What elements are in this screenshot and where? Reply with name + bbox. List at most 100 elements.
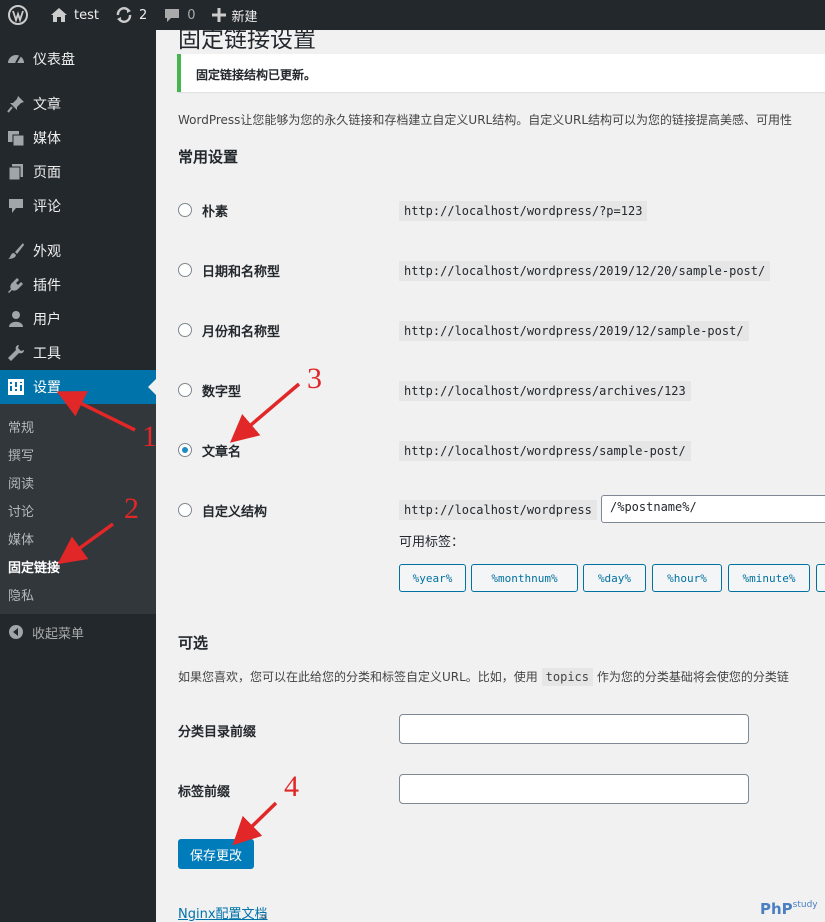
new-content-link[interactable]: 新建 <box>204 0 266 30</box>
refresh-icon <box>116 7 132 23</box>
brush-icon <box>6 241 26 261</box>
watermark-logo: PhPstudy <box>760 900 818 918</box>
annotation-number-2: 2 <box>124 492 139 525</box>
admin-bar: test 2 0 新建 <box>0 0 825 30</box>
submenu-privacy[interactable]: 隐私 <box>8 585 34 604</box>
url-example-plain: http://localhost/wordpress/?p=123 <box>399 201 648 221</box>
comment-icon <box>6 196 26 216</box>
tag-more-button[interactable] <box>816 564 825 592</box>
settings-icon <box>6 377 26 397</box>
menu-label: 用户 <box>33 312 61 328</box>
radio-month-name[interactable] <box>178 323 192 337</box>
radio-numeric[interactable] <box>178 383 192 397</box>
wordpress-icon <box>8 5 28 25</box>
tag-monthnum-button[interactable]: %monthnum% <box>471 564 578 592</box>
comments-link[interactable]: 0 <box>155 0 203 30</box>
category-base-label: 分类目录前缀 <box>178 725 257 740</box>
comments-count: 0 <box>187 7 196 23</box>
optional-description: 如果您喜欢，您可以在此给您的分类和标签自定义URL。比如，使用 topics 作… <box>178 668 789 686</box>
annotation-number-4: 4 <box>284 770 299 803</box>
collapse-menu-button[interactable]: 收起菜单 <box>0 617 156 647</box>
menu-settings[interactable]: 设置 <box>0 370 156 404</box>
new-content-label: 新建 <box>231 9 258 25</box>
url-example-post-name: http://localhost/wordpress/sample-post/ <box>399 441 691 461</box>
optional-heading: 可选 <box>178 634 209 652</box>
main-content: 固定链接设置 固定链接结构已更新。 WordPress让您能够为您的永久链接和存… <box>156 30 825 922</box>
media-icon <box>6 128 26 148</box>
page-title: 固定链接设置 <box>178 30 316 53</box>
user-icon <box>6 309 26 329</box>
submenu-reading[interactable]: 阅读 <box>8 473 34 492</box>
radio-plain[interactable] <box>178 203 192 217</box>
tag-year-button[interactable]: %year% <box>399 564 466 592</box>
menu-appearance[interactable]: 外观 <box>0 234 156 268</box>
menu-label: 文章 <box>33 97 61 113</box>
optional-text-start: 如果您喜欢，您可以在此给您的分类和标签自定义URL。比如，使用 <box>178 670 538 684</box>
url-example-month-name: http://localhost/wordpress/2019/12/sampl… <box>399 321 749 341</box>
pin-icon <box>6 94 26 114</box>
success-notice: 固定链接结构已更新。 <box>177 54 825 92</box>
tag-hour-button[interactable]: %hour% <box>652 564 722 592</box>
common-settings-heading: 常用设置 <box>178 148 239 166</box>
intro-text: WordPress让您能够为您的永久链接和存档建立自定义URL结构。自定义URL… <box>178 113 793 127</box>
logo-text: PhP <box>760 900 793 918</box>
url-example-day-name: http://localhost/wordpress/2019/12/20/sa… <box>399 261 771 281</box>
menu-plugins[interactable]: 插件 <box>0 268 156 302</box>
menu-label: 仪表盘 <box>33 52 75 68</box>
option-label-custom: 自定义结构 <box>202 505 268 520</box>
submenu-general[interactable]: 常规 <box>8 417 34 436</box>
menu-label: 页面 <box>33 165 61 181</box>
custom-structure-input[interactable]: /%postname%/ <box>601 495 825 523</box>
submenu-writing[interactable]: 撰写 <box>8 445 34 464</box>
logo-small-text: study <box>792 900 818 910</box>
site-name-link[interactable]: test <box>42 0 107 30</box>
updates-link[interactable]: 2 <box>107 0 155 30</box>
annotation-number-1: 1 <box>142 420 157 453</box>
menu-label: 设置 <box>33 380 61 396</box>
radio-day-name[interactable] <box>178 263 192 277</box>
dashboard-icon <box>6 49 26 69</box>
menu-comments[interactable]: 评论 <box>0 189 156 223</box>
menu-media[interactable]: 媒体 <box>0 121 156 155</box>
option-label-numeric: 数字型 <box>202 385 242 400</box>
menu-label: 工具 <box>33 346 61 362</box>
menu-pages[interactable]: 页面 <box>0 155 156 189</box>
wordpress-logo-button[interactable] <box>0 0 42 30</box>
menu-users[interactable]: 用户 <box>0 302 156 336</box>
option-label-day-name: 日期和名称型 <box>202 265 281 280</box>
category-base-input[interactable] <box>399 714 749 744</box>
page-icon <box>6 162 26 182</box>
wrench-icon <box>6 343 26 363</box>
radio-custom-structure[interactable] <box>178 503 192 517</box>
option-label-plain: 朴素 <box>202 205 229 220</box>
plugin-icon <box>6 275 26 295</box>
optional-text-end: 作为您的分类基础将会使您的分类链 <box>596 670 789 684</box>
save-changes-button[interactable]: 保存更改 <box>178 839 255 869</box>
home-icon <box>51 8 67 22</box>
collapse-arrow-icon <box>6 622 26 642</box>
tag-minute-button[interactable]: %minute% <box>728 564 810 592</box>
notice-text: 固定链接结构已更新。 <box>196 68 317 82</box>
submenu-discussion[interactable]: 讨论 <box>8 501 34 520</box>
annotation-number-3: 3 <box>307 362 322 395</box>
tag-day-button[interactable]: %day% <box>583 564 646 592</box>
menu-tools[interactable]: 工具 <box>0 336 156 370</box>
tag-base-input[interactable] <box>399 774 749 804</box>
nginx-docs-tail: 。 <box>261 907 275 922</box>
radio-post-name[interactable] <box>178 443 192 457</box>
menu-label: 插件 <box>33 278 61 294</box>
site-name: test <box>74 7 99 23</box>
menu-dashboard[interactable]: 仪表盘 <box>0 42 156 76</box>
menu-label: 外观 <box>33 244 61 260</box>
nginx-docs-link[interactable]: Nginx配置文档 <box>178 903 268 922</box>
menu-posts[interactable]: 文章 <box>0 87 156 121</box>
comment-bubble-icon <box>165 9 180 22</box>
collapse-label: 收起菜单 <box>32 626 85 642</box>
submenu-media[interactable]: 媒体 <box>8 529 34 548</box>
menu-label: 评论 <box>33 199 61 215</box>
tag-base-label: 标签前缀 <box>178 785 231 800</box>
submenu-permalinks[interactable]: 固定链接 <box>8 557 60 576</box>
menu-label: 媒体 <box>33 131 61 147</box>
url-prefix-custom: http://localhost/wordpress <box>399 500 597 520</box>
url-example-numeric: http://localhost/wordpress/archives/123 <box>399 381 691 401</box>
